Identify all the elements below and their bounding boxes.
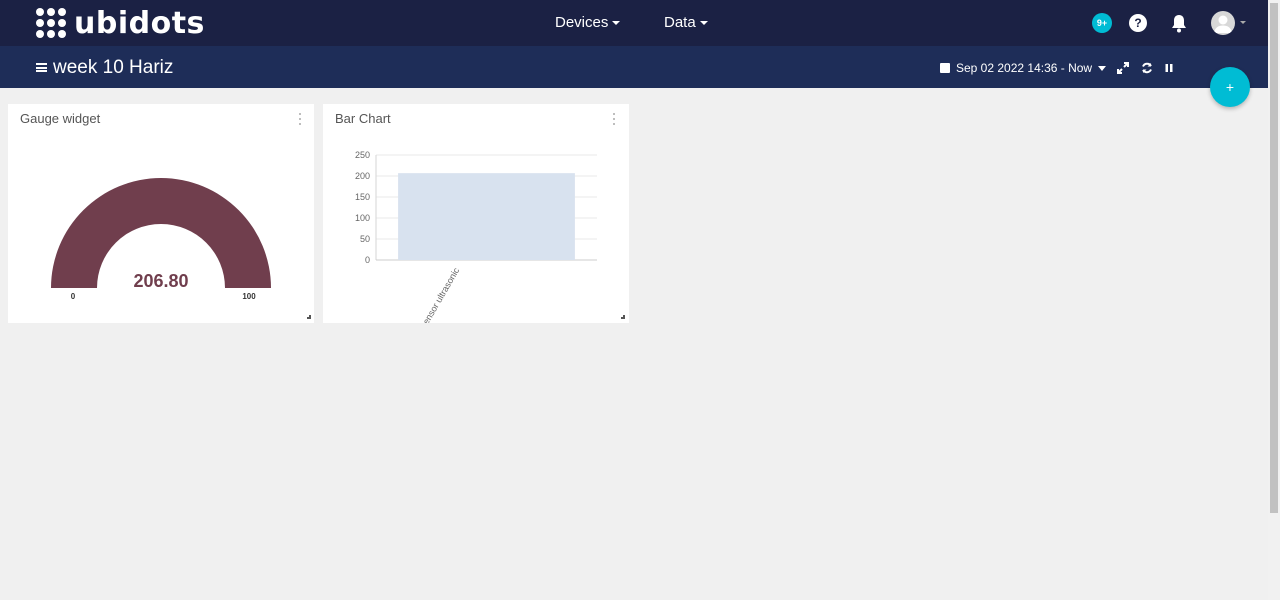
y-tick-label: 50 [360, 234, 370, 244]
ubidots-logo[interactable]: ubidots [36, 5, 205, 41]
chevron-down-icon[interactable] [1240, 21, 1246, 24]
calendar-icon [940, 63, 950, 73]
bar-chart: 0 50 100 150 200 250 sensor ultrasonic [355, 150, 597, 323]
scrollbar-thumb[interactable] [1270, 3, 1278, 513]
help-icon[interactable]: ? [1129, 14, 1147, 32]
y-tick-label: 200 [355, 171, 370, 181]
data-menu-label: Data [664, 14, 696, 31]
gauge-min-label: 0 [71, 292, 76, 301]
x-tick-label: sensor ultrasonic [419, 266, 462, 323]
date-range-label: Sep 02 2022 14:36 - Now [956, 61, 1093, 75]
resize-handle[interactable] [621, 315, 625, 319]
logo-text: ubidots [74, 5, 205, 41]
chevron-down-icon [699, 21, 708, 26]
y-tick-label: 250 [355, 150, 370, 160]
date-range-picker[interactable]: Sep 02 2022 14:36 - Now [940, 61, 1107, 75]
pause-icon[interactable] [1163, 62, 1175, 74]
notifications-badge[interactable]: 9+ [1092, 13, 1112, 33]
bell-icon[interactable] [1170, 13, 1188, 33]
y-tick-label: 100 [355, 213, 370, 223]
user-icon [1214, 15, 1232, 33]
y-tick-label: 0 [365, 255, 370, 265]
chevron-down-icon [612, 21, 621, 26]
devices-menu-label: Devices [555, 14, 609, 31]
bar [398, 173, 575, 260]
add-widget-button[interactable]: + [1210, 67, 1250, 107]
gauge-max-label: 100 [242, 292, 256, 301]
data-menu[interactable]: Data [664, 14, 708, 31]
menu-icon[interactable] [36, 63, 47, 72]
y-tick-label: 150 [355, 192, 370, 202]
user-avatar[interactable] [1211, 11, 1235, 35]
devices-menu[interactable]: Devices [555, 14, 621, 31]
expand-icon[interactable] [1117, 62, 1129, 74]
gauge-chart: 206.80 0 100 [51, 178, 271, 301]
gauge-value: 206.80 [133, 271, 188, 291]
refresh-icon[interactable] [1141, 62, 1153, 74]
dashboard-title[interactable]: week 10 Hariz [53, 57, 173, 79]
chevron-down-icon [1098, 65, 1107, 71]
gauge-widget[interactable]: Gauge widget 206.80 0 100 [8, 104, 314, 323]
bar-chart-widget[interactable]: Bar Chart 0 50 100 150 200 250 sensor ultrason… [323, 104, 629, 323]
resize-handle[interactable] [307, 315, 311, 319]
logo-dots-icon [36, 8, 66, 38]
